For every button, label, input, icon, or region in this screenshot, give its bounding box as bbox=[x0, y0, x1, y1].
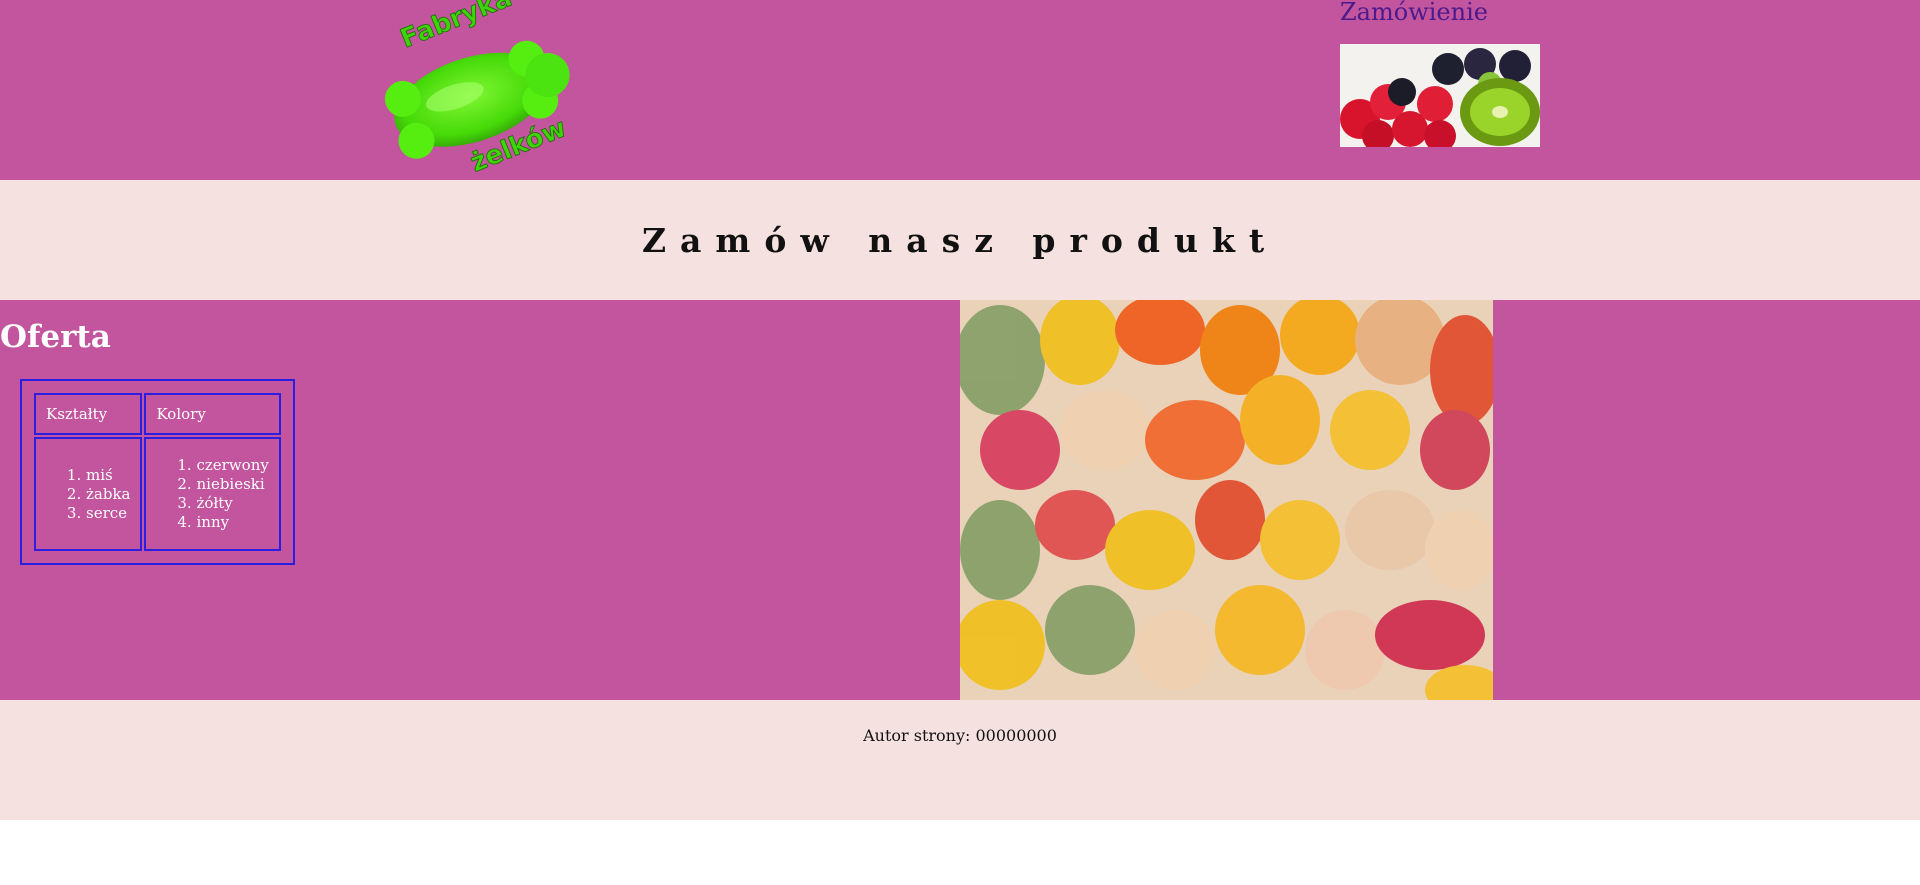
list-item: czerwony bbox=[196, 456, 268, 475]
column-header-colors: Kolory bbox=[144, 393, 281, 435]
list-item: serce bbox=[86, 504, 130, 523]
main-section: Oferta Kształty Kolory miś żabka serce c… bbox=[0, 300, 1920, 700]
offer-table: Kształty Kolory miś żabka serce czerwony… bbox=[20, 379, 295, 565]
footer: Autor strony: 00000000 bbox=[0, 700, 1920, 820]
shapes-cell: miś żabka serce bbox=[34, 437, 143, 551]
shapes-list: miś żabka serce bbox=[36, 466, 130, 523]
list-item: niebieski bbox=[196, 475, 268, 494]
header: Fabryka żelków Zamówienie bbox=[0, 0, 1920, 180]
list-item: żabka bbox=[86, 485, 130, 504]
colors-cell: czerwony niebieski żółty inny bbox=[144, 437, 281, 551]
logo-text-top: Fabryka bbox=[396, 0, 516, 54]
offer-heading: Oferta bbox=[0, 319, 111, 355]
gummy-candies-image bbox=[960, 300, 1493, 700]
author-text: Autor strony: 00000000 bbox=[863, 726, 1057, 745]
order-link[interactable]: Zamówienie bbox=[1340, 0, 1488, 26]
list-item: miś bbox=[86, 466, 130, 485]
gummy-bear-logo: Fabryka żelków bbox=[384, 0, 571, 179]
fruit-jellies-image[interactable] bbox=[1340, 44, 1540, 147]
title-banner: Zamów nasz produkt bbox=[0, 180, 1920, 300]
list-item: inny bbox=[196, 513, 268, 532]
colors-list: czerwony niebieski żółty inny bbox=[146, 456, 268, 532]
list-item: żółty bbox=[196, 494, 268, 513]
column-header-shapes: Kształty bbox=[34, 393, 143, 435]
page-title: Zamów nasz produkt bbox=[641, 220, 1279, 260]
